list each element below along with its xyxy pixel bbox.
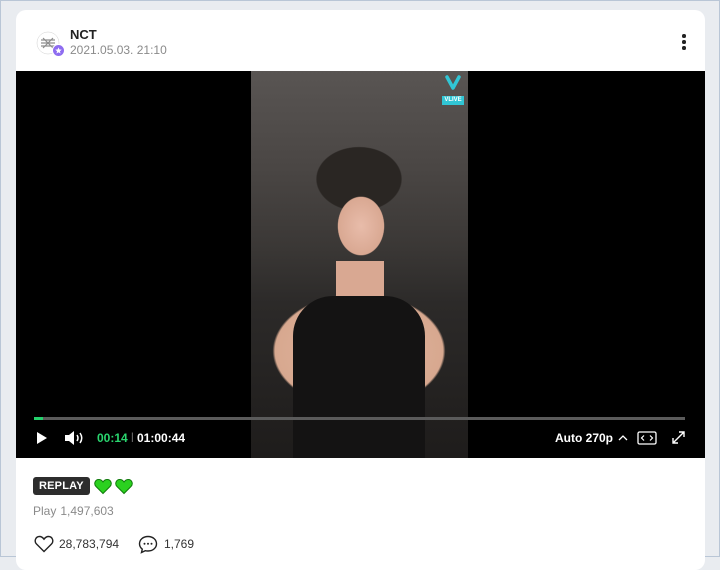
quality-label: Auto 270p — [555, 431, 614, 445]
progress-bar[interactable] — [34, 417, 685, 420]
comments-count: 1,769 — [164, 537, 195, 551]
verified-badge-icon — [52, 44, 65, 57]
green-heart-icon — [115, 478, 133, 495]
vlive-watermark-icon: VLIVE — [442, 74, 464, 106]
window-frame: NCT 2021.05.03. 21:10 VLIVE 00:14 | 01:0… — [0, 0, 720, 570]
replay-badge: REPLAY — [33, 477, 90, 495]
post-header: NCT 2021.05.03. 21:10 — [16, 10, 705, 70]
progress-fill — [34, 417, 43, 420]
time-separator: | — [131, 432, 134, 443]
fullscreen-icon[interactable] — [671, 430, 686, 445]
post-card: NCT 2021.05.03. 21:10 VLIVE 00:14 | 01:0… — [16, 10, 705, 570]
heart-outline-icon[interactable] — [34, 535, 54, 553]
green-heart-icon — [94, 478, 112, 495]
channel-name[interactable]: NCT — [70, 27, 97, 42]
play-count-value: 1,497,603 — [60, 504, 114, 518]
play-count: Play 1,497,603 — [33, 504, 114, 518]
comment-icon[interactable] — [138, 535, 158, 554]
more-vertical-icon[interactable] — [676, 30, 692, 54]
play-label: Play — [33, 504, 57, 518]
current-time: 00:14 — [97, 431, 128, 445]
volume-icon[interactable] — [64, 430, 86, 446]
likes-count: 28,783,794 — [59, 537, 120, 551]
video-frame: VLIVE — [251, 71, 468, 458]
video-player[interactable]: VLIVE 00:14 | 01:00:44 Auto 270p — [16, 71, 705, 458]
post-date: 2021.05.03. 21:10 — [70, 43, 167, 57]
embed-code-icon[interactable] — [637, 431, 657, 445]
total-time: 01:00:44 — [137, 431, 186, 445]
play-icon[interactable] — [35, 431, 49, 445]
quality-selector[interactable]: Auto 270p — [555, 431, 628, 445]
chevron-up-icon — [618, 435, 628, 441]
